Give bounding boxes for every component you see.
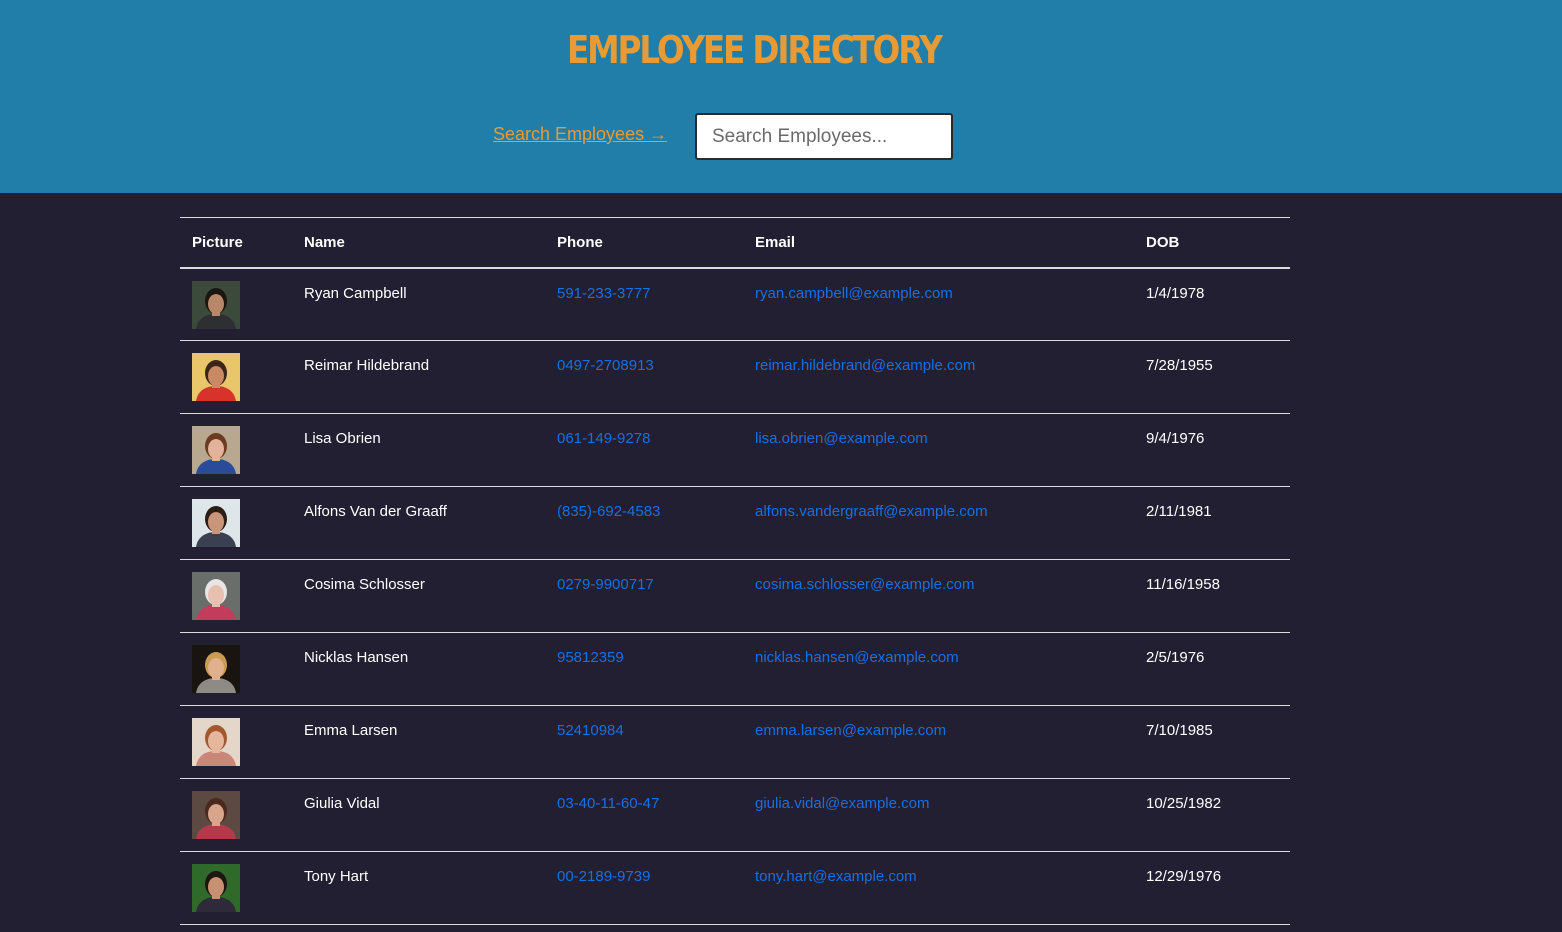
picture-cell [180,487,292,560]
avatar [192,353,240,401]
dob-cell: 11/16/1958 [1146,576,1220,593]
phone-link[interactable]: 0497-2708913 [557,357,654,374]
table-header: Picture Name Phone Email DOB [180,217,1290,268]
email-cell: ryan.campbell@example.com [743,268,1134,341]
phone-link[interactable]: 00-2189-9739 [557,868,650,885]
phone-cell: 591-233-3777 [545,268,743,341]
column-header-email[interactable]: Email [743,218,1134,268]
email-link[interactable]: ryan.campbell@example.com [755,285,953,302]
email-cell: alfons.vandergraaff@example.com [743,487,1134,560]
name-cell: Nicklas Hansen [304,649,409,666]
avatar [192,791,240,839]
phone-cell: 0497-2708913 [545,341,743,414]
phone-cell: 03-40-11-60-47 [545,779,743,852]
name-cell: Giulia Vidal [304,795,380,812]
email-link[interactable]: lisa.obrien@example.com [755,430,928,447]
email-cell: giulia.vidal@example.com [743,779,1134,852]
picture-cell [180,560,292,633]
phone-cell: 061-149-9278 [545,414,743,487]
email-cell: lisa.obrien@example.com [743,414,1134,487]
picture-cell [180,779,292,852]
email-link[interactable]: alfons.vandergraaff@example.com [755,503,988,520]
email-link[interactable]: emma.larsen@example.com [755,722,946,739]
table-body: Ryan Campbell 591-233-3777 ryan.campbell@e… [180,268,1290,925]
email-link[interactable]: cosima.schlosser@example.com [755,576,974,593]
employee-table-container: Picture Name Phone Email DOB Ryan Campbe… [180,217,1290,925]
table-row: Giulia Vidal 03-40-11-60-47 giulia.vidal@e… [180,779,1290,852]
table-row: Lisa Obrien 061-149-9278 lisa.obrien@examp… [180,414,1290,487]
dob-cell: 1/4/1978 [1146,284,1205,302]
table-row: Ryan Campbell 591-233-3777 ryan.campbell@e… [180,268,1290,341]
email-link[interactable]: nicklas.hansen@example.com [755,649,959,666]
phone-link[interactable]: 03-40-11-60-47 [557,795,659,812]
table-row: Alfons Van der Graaff (835)-692-4583 alfon… [180,487,1290,560]
name-cell: Tony Hart [304,868,369,885]
dob-cell: 7/10/1985 [1146,722,1213,739]
name-cell: Alfons Van der Graaff [304,503,447,520]
name-cell: Reimar Hildebrand [304,357,430,374]
table-row: Nicklas Hansen 95812359 nicklas.hansen@exa… [180,633,1290,706]
dob-cell: 12/29/1976 [1146,868,1222,885]
avatar [192,572,240,620]
picture-cell [180,414,292,487]
avatar [192,426,240,474]
phone-link[interactable]: (835)-692-4583 [557,503,660,520]
phone-cell: 0279-9900717 [545,560,743,633]
phone-link[interactable]: 0279-9900717 [557,576,654,593]
name-cell: Emma Larsen [304,722,398,739]
search-employees-link[interactable]: Search Employees → [493,123,667,145]
dob-cell: 2/11/1981 [1146,503,1212,520]
picture-cell [180,268,292,341]
phone-link[interactable]: 95812359 [557,649,624,666]
column-header-picture[interactable]: Picture [180,218,292,268]
phone-cell: 52410984 [545,706,743,779]
column-header-phone[interactable]: Phone [545,218,743,268]
email-link[interactable]: tony.hart@example.com [755,868,917,885]
dob-cell: 2/5/1976 [1146,649,1205,666]
table-header-row: Picture Name Phone Email DOB [180,217,1290,268]
name-cell: Ryan Campbell [304,284,407,302]
email-cell: nicklas.hansen@example.com [743,633,1134,706]
table-row: Emma Larsen 52410984 emma.larsen@example.c… [180,706,1290,779]
page-title: EMPLOYEE DIRECTORY [567,28,943,72]
name-cell: Lisa Obrien [304,430,381,447]
email-cell: cosima.schlosser@example.com [743,560,1134,633]
picture-cell [180,341,292,414]
email-link[interactable]: reimar.hildebrand@example.com [755,357,975,374]
avatar [192,718,240,766]
picture-cell [180,852,292,925]
email-cell: reimar.hildebrand@example.com [743,341,1134,414]
phone-link[interactable]: 591-233-3777 [557,285,650,302]
column-header-name[interactable]: Name [292,218,545,268]
search-input[interactable] [695,113,953,160]
avatar [192,864,240,912]
avatar [192,499,240,547]
phone-cell: (835)-692-4583 [545,487,743,560]
table-row: Reimar Hildebrand 0497-2708913 reimar.hild… [180,341,1290,414]
phone-link[interactable]: 52410984 [557,722,624,739]
dob-cell: 7/28/1955 [1146,357,1213,374]
avatar [192,280,240,329]
table-row: Tony Hart 00-2189-9739 tony.hart@example.c… [180,852,1290,925]
table-row: Cosima Schlosser 0279-9900717 cosima.schlo… [180,560,1290,633]
email-cell: tony.hart@example.com [743,852,1134,925]
column-header-dob[interactable]: DOB [1134,218,1290,268]
phone-link[interactable]: 061-149-9278 [557,430,650,447]
avatar [192,645,240,693]
dob-cell: 10/25/1982 [1146,795,1222,812]
picture-cell [180,633,292,706]
dob-cell: 9/4/1976 [1146,430,1205,447]
header-banner: EMPLOYEE DIRECTORY Search Employees → [0,0,1562,193]
name-cell: Cosima Schlosser [304,576,425,593]
employee-table: Picture Name Phone Email DOB Ryan Campbe… [180,217,1290,925]
email-link[interactable]: giulia.vidal@example.com [755,795,929,812]
picture-cell [180,706,292,779]
phone-cell: 00-2189-9739 [545,852,743,925]
email-cell: emma.larsen@example.com [743,706,1134,779]
phone-cell: 95812359 [545,633,743,706]
